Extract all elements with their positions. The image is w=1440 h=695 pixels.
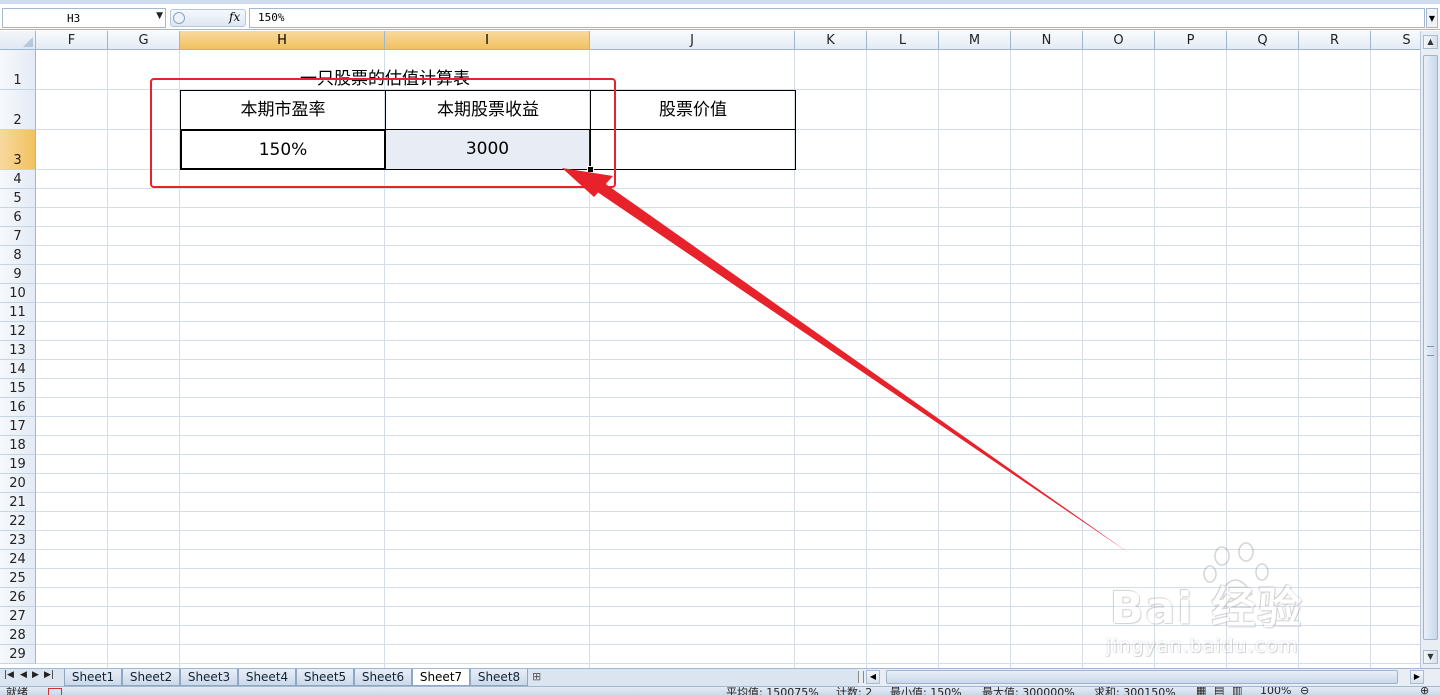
arrow-shaft xyxy=(590,180,1129,553)
scroll-down-button[interactable]: ▼ xyxy=(1423,650,1438,664)
status-max: 最大值: 300000% xyxy=(982,686,1075,695)
first-sheet-icon[interactable]: |◀ xyxy=(4,670,14,680)
sheet-tab-sheet5[interactable]: Sheet5 xyxy=(296,669,354,686)
sheet-tab-sheet4[interactable]: Sheet4 xyxy=(238,669,296,686)
sheet-tab-sheet7[interactable]: Sheet7 xyxy=(412,669,470,686)
sheet-tab-bar: |◀ ◀ ▶ ▶| Sheet1 Sheet2 Sheet3 Sheet4 Sheet5… xyxy=(0,668,1440,686)
scroll-left-button[interactable]: ◀ xyxy=(866,670,880,684)
status-ready: 就绪 xyxy=(6,686,28,695)
status-count: 计数: 2 xyxy=(836,686,873,695)
prev-sheet-icon[interactable]: ◀ xyxy=(20,670,27,680)
status-bar: 就绪 平均值: 150075% 计数: 2 最小值: 150% 最大值: 300… xyxy=(0,686,1440,695)
sheet-tab-sheet3[interactable]: Sheet3 xyxy=(180,669,238,686)
vertical-scrollbar[interactable]: ▲ ▼ xyxy=(1420,31,1440,668)
scroll-up-button[interactable]: ▲ xyxy=(1423,35,1438,49)
page-layout-icon[interactable]: ▤ xyxy=(1214,687,1224,695)
grip-icon xyxy=(1427,346,1434,356)
zoom-in-icon[interactable]: ⊕ xyxy=(1420,687,1429,695)
status-min: 最小值: 150% xyxy=(890,686,962,695)
status-average: 平均值: 150075% xyxy=(726,686,819,695)
sheet-tab-sheet1[interactable]: Sheet1 xyxy=(64,669,122,686)
insert-sheet-icon[interactable]: ⊞ xyxy=(532,670,541,683)
last-sheet-icon[interactable]: ▶| xyxy=(44,670,54,680)
sheet-tab-sheet2[interactable]: Sheet2 xyxy=(122,669,180,686)
status-sum: 求和: 300150% xyxy=(1094,686,1176,695)
watermark-url: jingyan.baidu.com xyxy=(1106,635,1299,657)
baidu-watermark: Bai 经验 jingyan.baidu.com xyxy=(1090,540,1380,665)
macro-record-icon[interactable] xyxy=(48,688,62,695)
zoom-out-icon[interactable]: ⊖ xyxy=(1300,687,1309,695)
normal-view-icon[interactable]: ▦ xyxy=(1196,687,1206,695)
next-sheet-icon[interactable]: ▶ xyxy=(32,670,39,680)
page-break-icon[interactable]: ▥ xyxy=(1232,687,1242,695)
sheet-tab-sheet8[interactable]: Sheet8 xyxy=(470,669,528,686)
vertical-scroll-thumb[interactable] xyxy=(1423,55,1438,640)
scroll-right-button[interactable]: ▶ xyxy=(1410,670,1424,684)
horizontal-scroll-thumb[interactable] xyxy=(886,670,1398,684)
watermark-brand: Bai 经验 xyxy=(1110,583,1304,634)
tab-split-handle[interactable] xyxy=(858,671,864,683)
sheet-tab-sheet6[interactable]: Sheet6 xyxy=(354,669,412,686)
zoom-level[interactable]: 100% xyxy=(1260,687,1291,695)
horizontal-scrollbar[interactable]: ◀ ▶ xyxy=(858,669,1440,686)
